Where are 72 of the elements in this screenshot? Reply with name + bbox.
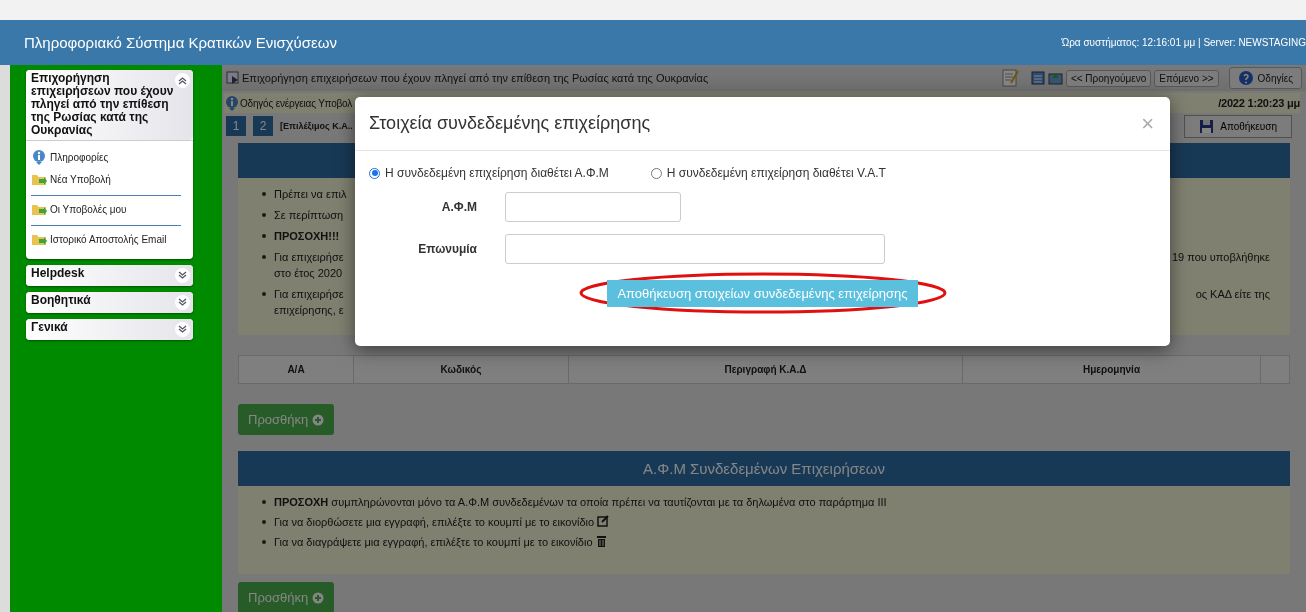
bullet-text: ος ΚΑΔ είτε της xyxy=(1195,287,1270,302)
bullet-icon xyxy=(262,520,266,524)
panel-header[interactable]: Γενικά xyxy=(26,319,193,340)
expand-icon[interactable] xyxy=(175,322,190,337)
info-icon xyxy=(31,149,47,165)
column-header: Περιγραφή Κ.Α.Δ xyxy=(569,356,963,383)
bullet-text: επιχείρησης, ε xyxy=(274,303,344,318)
timestamp: /2022 1:20:23 μμ xyxy=(1218,97,1300,109)
bullet-text: Για επιχειρήσε xyxy=(274,250,344,265)
panel-title: Βοηθητικά xyxy=(31,294,91,307)
bullet-text: ΠΡΟΣΟΧΗ!!! xyxy=(274,229,340,244)
input-field[interactable] xyxy=(505,234,885,264)
radio-label: Η συνδεδεμένη επιχείρηση διαθέτει Α.Φ.Μ xyxy=(385,166,609,180)
guide-text: Οδηγός ενέργειας Υποβολ xyxy=(240,97,353,109)
panel-header[interactable]: Βοηθητικά xyxy=(26,292,193,313)
nav-button[interactable]: Επόμενο >> xyxy=(1154,69,1219,87)
menu-item[interactable]: Νέα Υποβολή xyxy=(31,169,181,191)
bullet-text: Για να διαγράψετε μια εγγραφή, επιλέξτε το κουμπί με το εικονίδιο xyxy=(274,535,593,550)
panel-title: Επιχορήγηση επιχειρήσεων που έχουν πληγεί από την επίθεση της Ρωσίας κατά της Ουκρανίας xyxy=(31,72,175,137)
save-button[interactable]: Αποθήκευση xyxy=(1184,114,1292,138)
bullet-text: Πρέπει να επιλ xyxy=(274,187,347,202)
expand-icon[interactable] xyxy=(175,268,190,283)
bullet-text: ΠΡΟΣΟΧΗ συμπληρώνονται μόνο τα Α.Φ.Μ συνδεδεμένων τα οποία πρέπει να ταυτίζονται με τα δηλωμένα στο παράρτημα ΙΙΙ xyxy=(274,495,887,510)
bullet-icon xyxy=(262,192,266,196)
bullet-icon xyxy=(262,500,266,504)
plus-icon xyxy=(312,413,325,426)
help-button[interactable]: Οδηγίες xyxy=(1228,67,1302,89)
radio-label: Η συνδεδεμένη επιχείρηση διαθέτει V.A.T xyxy=(666,166,886,180)
modal-title: Στοιχεία συνδεδεμένης επιχείρησης xyxy=(369,113,651,134)
bullet-text: Σε περίπτωση xyxy=(274,208,344,223)
column-header: Κωδικός xyxy=(354,356,569,383)
menu-item[interactable]: Οι Υποβολές μου xyxy=(31,195,181,221)
bullet-text: 19 που υποβλήθηκε xyxy=(1171,250,1270,265)
collapse-icon[interactable] xyxy=(175,73,190,88)
nav-button[interactable]: << Προηγούμενο xyxy=(1065,69,1152,87)
panel-title: Γενικά xyxy=(31,321,68,334)
panel-header: Α.Φ.Μ Συνδεδεμένων Επιχειρήσεων xyxy=(238,451,1290,486)
panel-title: Helpdesk xyxy=(31,267,85,280)
breadcrumb: Επιχορήγηση επιχειρήσεων που έχουν πληγεί από την επίθεση της Ρωσίας κατά της Ουκρανίας xyxy=(242,72,710,84)
column-header: Α/Α xyxy=(239,356,354,383)
floppy-icon xyxy=(1199,118,1215,134)
bullet-icon xyxy=(262,234,266,238)
menu-item[interactable]: Πληροφορίες xyxy=(31,147,181,169)
plus-icon xyxy=(312,591,325,604)
document-icon xyxy=(1000,69,1021,87)
list-icon xyxy=(1030,71,1045,85)
step-tab[interactable]: 2 xyxy=(253,116,273,136)
field-label: Επωνυμία xyxy=(417,242,478,256)
step-tab[interactable]: 1 xyxy=(226,116,246,136)
menu-item[interactable]: Ιστορικό Αποστολής Email xyxy=(31,225,181,251)
bullet-icon xyxy=(262,213,266,217)
trash-icon xyxy=(595,534,607,547)
info-icon xyxy=(224,95,240,111)
help-icon xyxy=(1237,70,1254,86)
system-status: Ώρα συστήματος: 12:16:01 μμ | Server: NEWSTAGING xyxy=(1061,37,1306,48)
bullet-icon xyxy=(262,255,266,259)
bullet-text: στο έτος 2020 xyxy=(274,266,344,281)
field-label: Α.Φ.Μ xyxy=(440,200,478,214)
edit-icon xyxy=(597,514,610,527)
panel-header[interactable]: Helpdesk xyxy=(26,265,193,286)
bullet-icon xyxy=(262,292,266,296)
play-icon xyxy=(226,71,240,85)
bullet-text: Για επιχειρήσε xyxy=(274,287,344,302)
panel-header[interactable]: Επιχορήγηση επιχειρήσεων που έχουν πληγεί από την επίθεση της Ρωσίας κατά της Ουκρανίας xyxy=(26,70,193,140)
expand-icon[interactable] xyxy=(175,295,190,310)
app-title: Πληροφοριακό Σύστημα Κρατικών Ενισχύσεων xyxy=(24,34,337,51)
step-title: [Επιλέξιμος Κ.Α.. xyxy=(280,121,353,131)
bullet-text: Για να διορθώσετε μια εγγραφή, επιλέξτε το κουμπί με το εικονίδιο xyxy=(274,515,595,530)
input-field[interactable] xyxy=(505,192,681,222)
folder-icon xyxy=(1047,70,1063,86)
bullet-icon xyxy=(262,540,266,544)
column-header: Ημερομηνία xyxy=(963,356,1261,383)
